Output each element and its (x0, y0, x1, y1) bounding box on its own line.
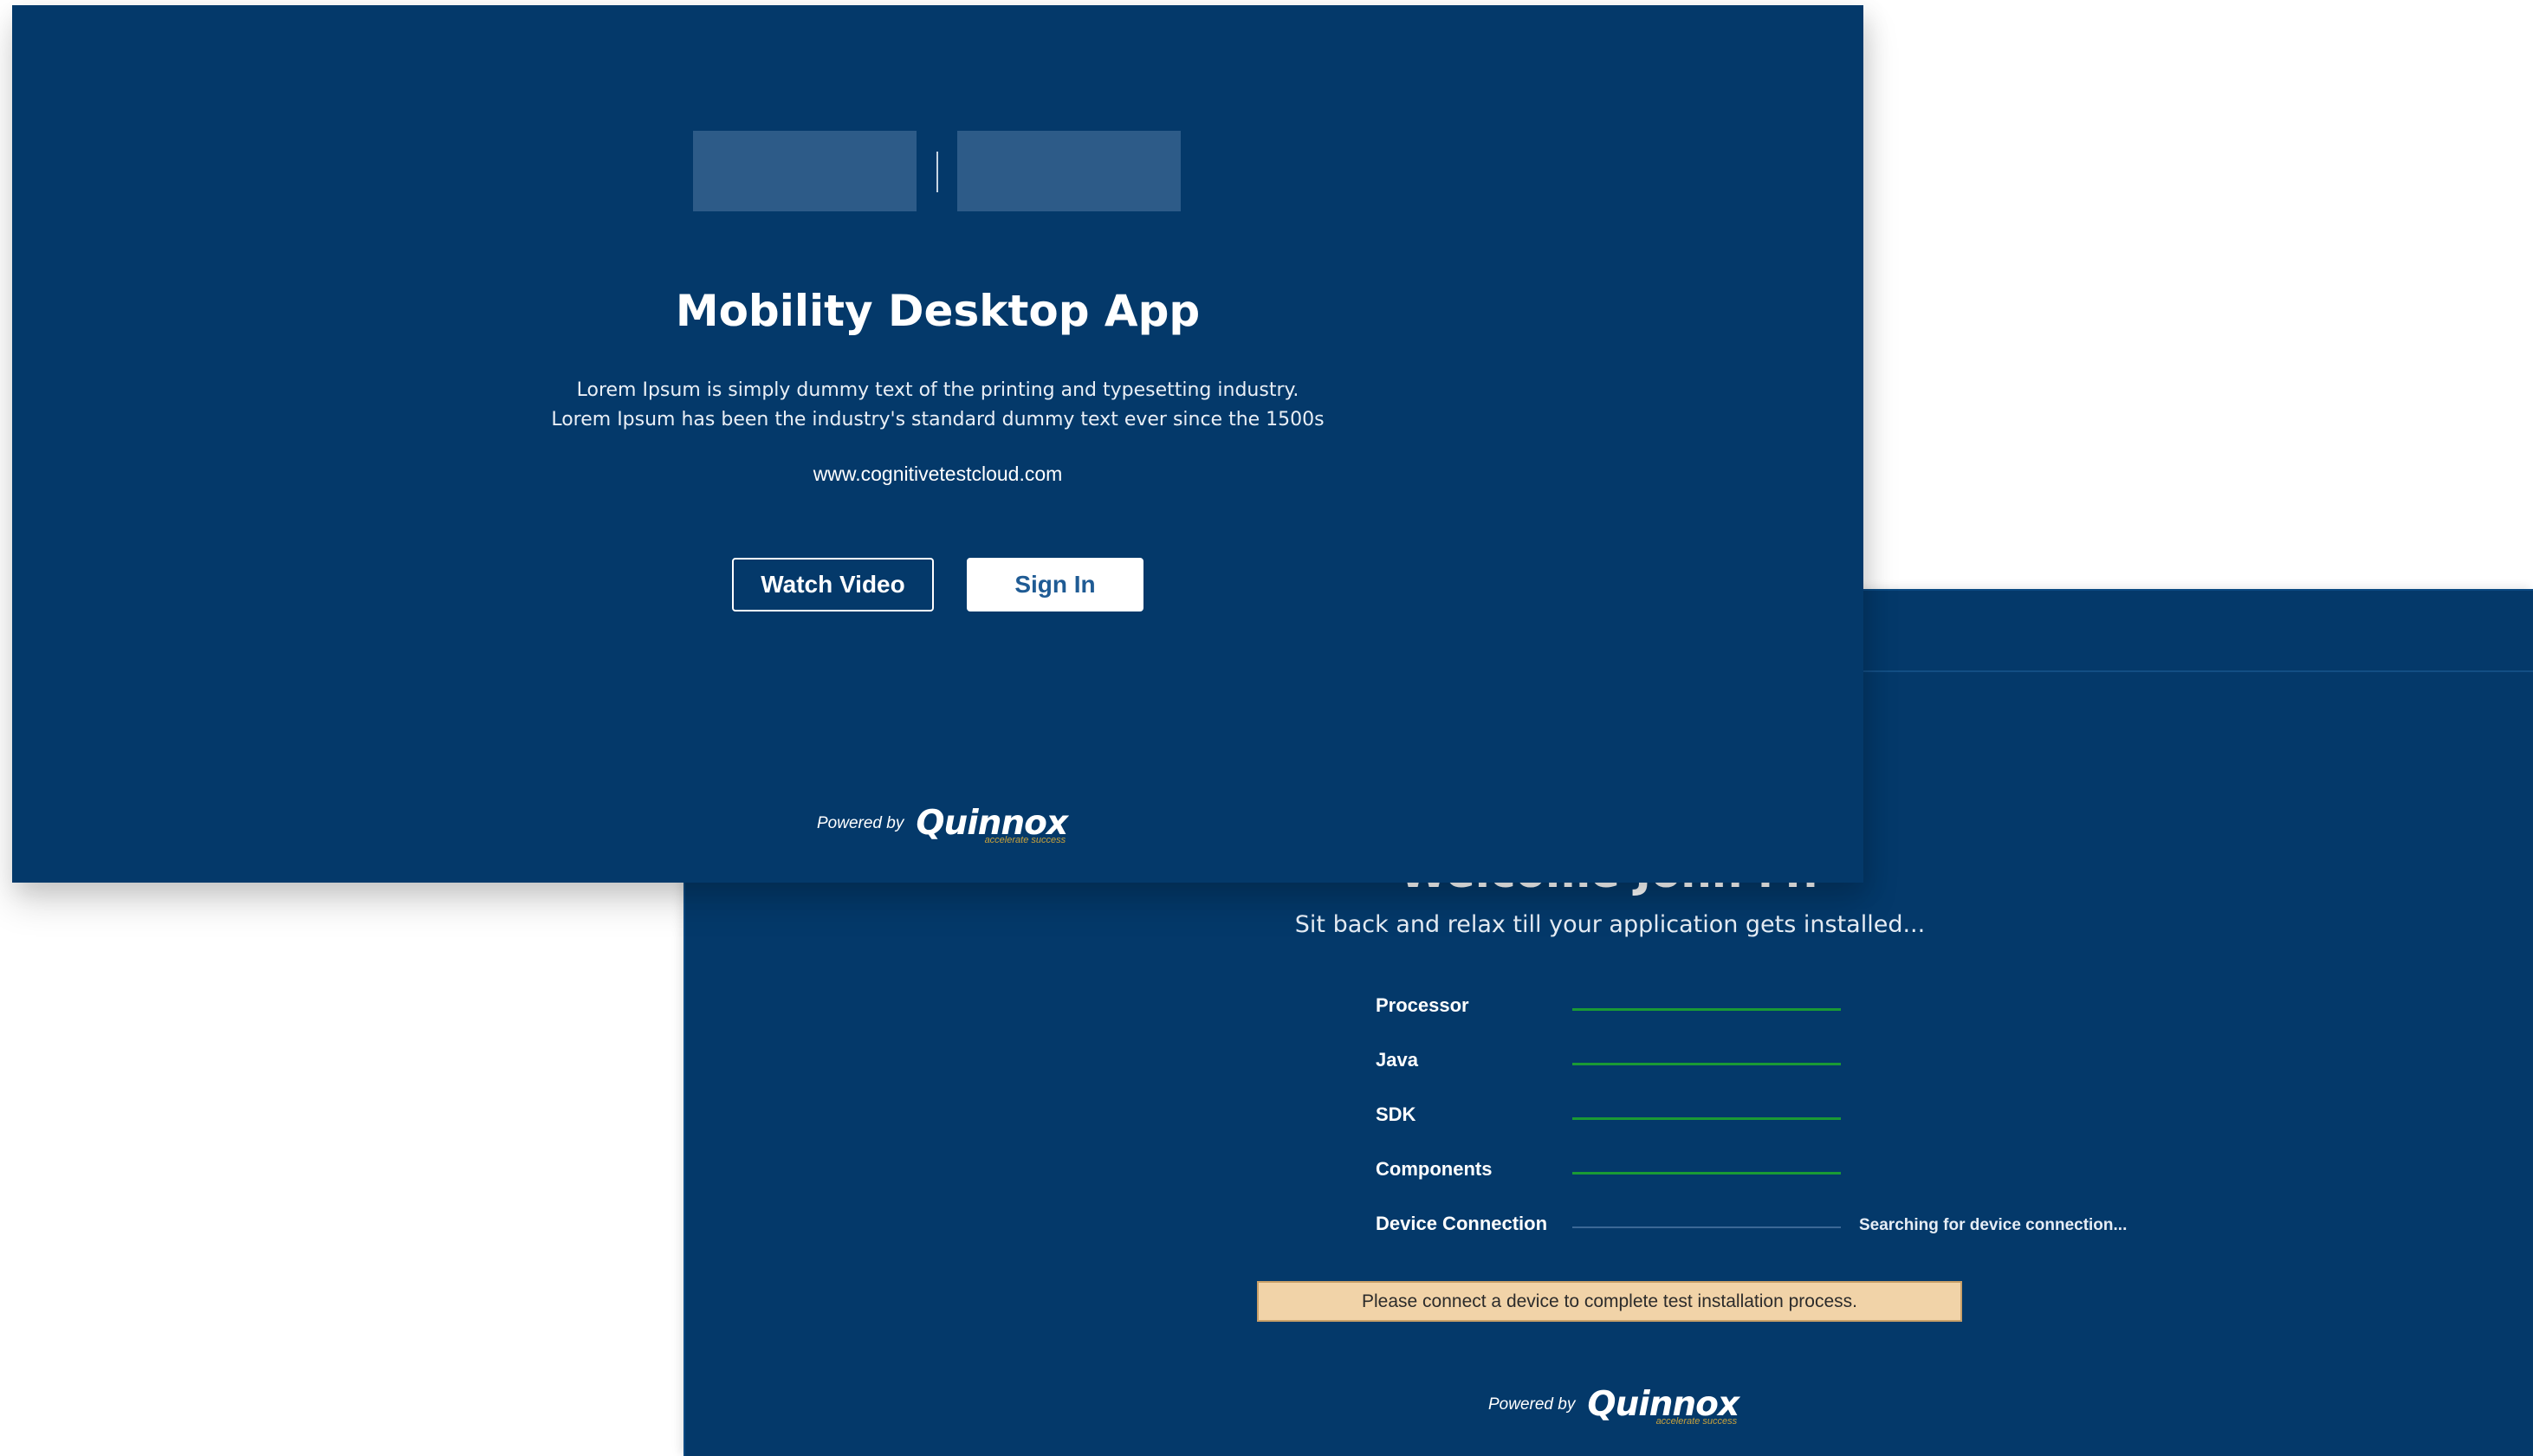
welcome-window: Mobility Desktop App Lorem Ipsum is simp… (12, 5, 1863, 883)
logo-placeholder-right (957, 131, 1181, 211)
logo-divider (936, 152, 938, 192)
brand-tagline: accelerate success (1655, 1416, 1738, 1427)
install-subtitle: Sit back and relax till your application… (1294, 911, 1926, 938)
sign-in-button[interactable]: Sign In (967, 558, 1143, 612)
logo-placeholder-left (693, 131, 917, 211)
requirement-label: SDK (1376, 1103, 1416, 1125)
requirement-row-sdk: SDK (1376, 1102, 2155, 1136)
watch-video-button[interactable]: Watch Video (732, 558, 934, 612)
requirement-progress-bar (1572, 1226, 1841, 1228)
requirement-label: Device Connection (1376, 1213, 1548, 1234)
requirement-label: Components (1376, 1158, 1493, 1180)
powered-by-text: Powered by (817, 813, 904, 832)
powered-by-text: Powered by (1488, 1395, 1576, 1414)
quinnox-logo: Quinnox accelerate success (1587, 1388, 1739, 1427)
description-line-2: Lorem Ipsum has been the industry's stan… (551, 409, 1325, 430)
requirement-row-device-connection: Device Connection Searching for device c… (1376, 1211, 2155, 1246)
requirement-progress-bar (1572, 1117, 1841, 1120)
app-title: Mobility Desktop App (675, 286, 1201, 336)
requirement-row-components: Components (1376, 1156, 2155, 1191)
quinnox-logo: Quinnox accelerate success (916, 806, 1068, 845)
requirement-progress-bar (1572, 1008, 1841, 1011)
requirement-label: Processor (1376, 994, 1469, 1016)
device-notice-banner: Please connect a device to complete test… (1257, 1281, 1962, 1322)
requirement-progress-bar (1572, 1172, 1841, 1175)
app-description: Lorem Ipsum is simply dummy text of the … (12, 376, 1863, 435)
requirement-status: Searching for device connection... (1859, 1216, 2128, 1234)
requirement-label: Java (1376, 1049, 1418, 1071)
requirement-progress-bar (1572, 1063, 1841, 1065)
powered-by-footer: Powered by Quinnox accelerate success (1488, 1388, 1739, 1427)
description-line-1: Lorem Ipsum is simply dummy text of the … (576, 379, 1299, 401)
website-link[interactable]: www.cognitivetestcloud.com (12, 461, 1863, 487)
requirement-row-processor: Processor (1376, 993, 2155, 1027)
requirement-row-java: Java (1376, 1047, 2155, 1082)
brand-tagline: accelerate success (984, 835, 1066, 845)
powered-by-footer: Powered by Quinnox accelerate success (817, 806, 1068, 845)
